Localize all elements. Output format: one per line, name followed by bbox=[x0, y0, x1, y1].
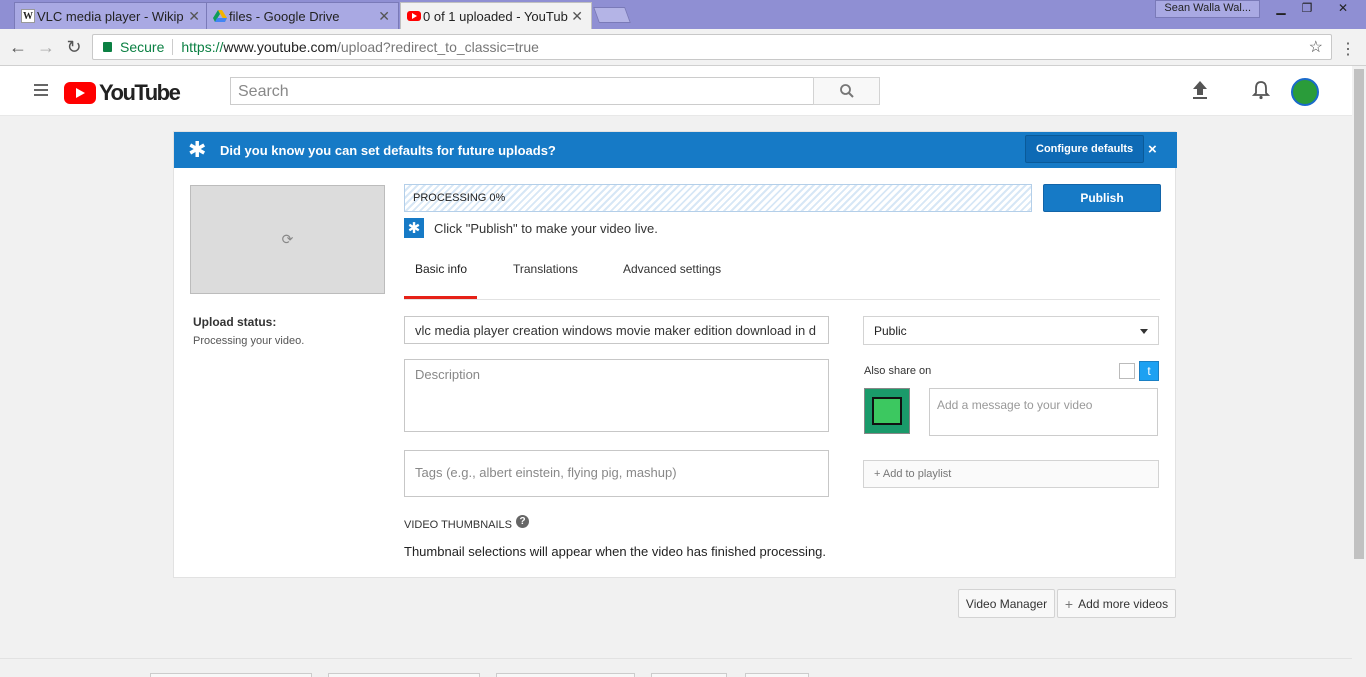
chevron-down-icon bbox=[1140, 329, 1148, 334]
channel-thumbnail bbox=[864, 388, 910, 434]
footer-button[interactable] bbox=[496, 673, 635, 677]
tags-input[interactable]: Tags (e.g., albert einstein, flying pig,… bbox=[404, 450, 829, 497]
configure-defaults-button[interactable]: Configure defaults bbox=[1025, 135, 1145, 163]
close-window-icon[interactable]: ✕ bbox=[1320, 0, 1366, 18]
logo-text: YouTube bbox=[99, 80, 181, 105]
drive-icon bbox=[213, 9, 227, 23]
add-more-videos-label: Add more videos bbox=[1078, 596, 1169, 611]
tab-strip: W VLC media player - Wikip ✕ files - Goo… bbox=[0, 0, 1366, 29]
video-thumbnails-heading: VIDEO THUMBNAILS ? bbox=[404, 515, 529, 531]
avatar[interactable] bbox=[1291, 78, 1319, 106]
loading-spinner-icon: ⟳ bbox=[281, 231, 294, 247]
upload-status-text: Processing your video. bbox=[193, 335, 305, 347]
secure-label: Secure bbox=[120, 39, 165, 55]
minimize-icon[interactable]: ▁ bbox=[1268, 0, 1294, 18]
footer-divider bbox=[0, 658, 1352, 659]
address-bar[interactable]: Secure https://www.youtube.com/upload?re… bbox=[92, 34, 1332, 60]
footer-button[interactable] bbox=[150, 673, 312, 677]
browser-tab-youtube[interactable]: 0 of 1 uploaded - YouTub ✕ bbox=[400, 2, 592, 29]
twitter-share-checkbox[interactable] bbox=[1119, 363, 1135, 379]
forward-arrow-icon[interactable]: → bbox=[36, 37, 56, 57]
back-arrow-icon[interactable]: ← bbox=[8, 37, 28, 57]
window-controls: Sean Walla Wal... ▁ ❐ ✕ bbox=[1155, 0, 1366, 18]
wikipedia-icon: W bbox=[21, 9, 35, 23]
address-divider bbox=[172, 39, 174, 55]
browser-menu-icon[interactable]: ⋮ bbox=[1340, 39, 1356, 59]
bookmark-star-icon[interactable]: ☆ bbox=[1309, 37, 1323, 57]
defaults-banner: ✱ Did you know you can set defaults for … bbox=[174, 132, 1177, 168]
plus-icon: + bbox=[1064, 595, 1074, 612]
lock-icon bbox=[103, 42, 112, 52]
tab-advanced-settings[interactable]: Advanced settings bbox=[623, 262, 721, 276]
star-icon: ✱ bbox=[404, 218, 424, 238]
close-tab-icon[interactable]: ✕ bbox=[378, 8, 390, 25]
upload-status-label: Upload status: bbox=[193, 315, 277, 329]
url-path: /upload?redirect_to_classic=true bbox=[337, 39, 539, 55]
video-thumbnail-preview: ⟳ bbox=[190, 185, 385, 294]
processing-progress-bar: PROCESSING 0% bbox=[404, 184, 1032, 212]
youtube-header: YouTube Search bbox=[0, 66, 1352, 116]
banner-text: Did you know you can set defaults for fu… bbox=[220, 142, 556, 158]
tab-title: files - Google Drive bbox=[229, 8, 340, 24]
publish-hint-text: Click "Publish" to make your video live. bbox=[434, 220, 658, 236]
footer-button[interactable] bbox=[328, 673, 480, 677]
footer-button[interactable] bbox=[745, 673, 809, 677]
help-icon[interactable]: ? bbox=[516, 515, 529, 528]
also-share-label: Also share on bbox=[864, 365, 932, 377]
video-manager-button[interactable]: Video Manager bbox=[958, 589, 1055, 618]
search-icon bbox=[839, 84, 854, 98]
close-tab-icon[interactable]: ✕ bbox=[571, 8, 583, 25]
footer-button[interactable] bbox=[651, 673, 727, 677]
upload-card: ✱ Did you know you can set defaults for … bbox=[173, 131, 1177, 578]
search-button[interactable] bbox=[813, 77, 880, 105]
upload-tabs: Basic info Translations Advanced setting… bbox=[404, 249, 1160, 300]
tab-basic-info[interactable]: Basic info bbox=[415, 262, 467, 276]
reload-icon[interactable]: ↻ bbox=[64, 37, 84, 57]
page-scrollbar[interactable] bbox=[1352, 66, 1366, 676]
description-textarea[interactable]: Description bbox=[404, 359, 829, 432]
twitter-icon: t bbox=[1139, 361, 1159, 381]
add-more-videos-button[interactable]: + Add more videos bbox=[1057, 589, 1176, 618]
share-message-textarea[interactable]: Add a message to your video bbox=[929, 388, 1158, 436]
youtube-logo[interactable]: YouTube bbox=[64, 80, 181, 106]
publish-hint: ✱ Click "Publish" to make your video liv… bbox=[404, 218, 658, 238]
youtube-icon bbox=[407, 9, 421, 23]
restore-icon[interactable]: ❐ bbox=[1294, 0, 1320, 18]
hamburger-menu-icon[interactable] bbox=[34, 84, 48, 99]
browser-tab-wikipedia[interactable]: W VLC media player - Wikip ✕ bbox=[14, 2, 209, 29]
publish-button[interactable]: Publish bbox=[1043, 184, 1161, 212]
search-input[interactable]: Search bbox=[230, 77, 814, 105]
upload-icon[interactable] bbox=[1191, 80, 1209, 106]
title-input[interactable]: vlc media player creation windows movie … bbox=[404, 316, 829, 344]
youtube-play-icon bbox=[64, 82, 96, 104]
new-tab-button[interactable] bbox=[593, 7, 631, 23]
active-tab-indicator bbox=[404, 296, 477, 299]
video-thumbnails-description: Thumbnail selections will appear when th… bbox=[404, 544, 827, 559]
tab-title: VLC media player - Wikip bbox=[37, 8, 184, 24]
tab-title: 0 of 1 uploaded - YouTub bbox=[423, 8, 568, 24]
url-host: www.youtube.com bbox=[223, 39, 337, 55]
progress-text: PROCESSING 0% bbox=[413, 192, 506, 204]
browser-chrome: W VLC media player - Wikip ✕ files - Goo… bbox=[0, 0, 1366, 66]
privacy-select[interactable]: Public bbox=[863, 316, 1159, 345]
privacy-value: Public bbox=[874, 324, 907, 338]
browser-toolbar: ← → ↻ Secure https://www.youtube.com/upl… bbox=[0, 29, 1366, 66]
url-scheme: https:// bbox=[181, 39, 224, 55]
scrollbar-thumb[interactable] bbox=[1354, 69, 1364, 559]
notifications-bell-icon[interactable] bbox=[1251, 80, 1271, 106]
browser-tab-drive[interactable]: files - Google Drive ✕ bbox=[206, 2, 399, 29]
close-tab-icon[interactable]: ✕ bbox=[188, 8, 200, 25]
profile-button[interactable]: Sean Walla Wal... bbox=[1155, 0, 1260, 18]
add-to-playlist-button[interactable]: + Add to playlist bbox=[863, 460, 1159, 488]
star-icon: ✱ bbox=[188, 137, 207, 162]
video-thumbnails-title: VIDEO THUMBNAILS bbox=[404, 518, 512, 531]
tab-translations[interactable]: Translations bbox=[513, 262, 578, 276]
close-banner-icon[interactable]: × bbox=[1148, 141, 1157, 158]
